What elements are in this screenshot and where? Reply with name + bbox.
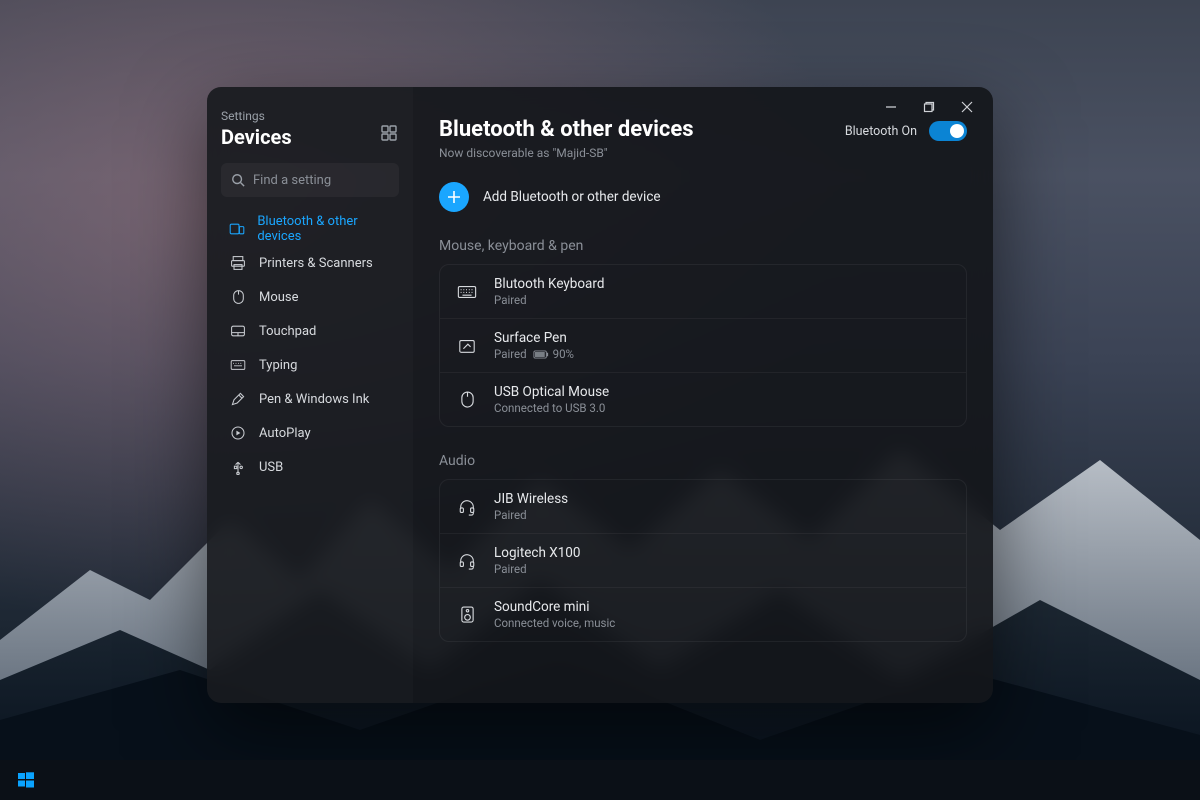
device-name: Blutooth Keyboard: [494, 276, 604, 292]
touchpad-icon: [229, 324, 247, 338]
nav-label: Typing: [259, 358, 297, 373]
nav-typing[interactable]: Typing: [221, 349, 399, 381]
device-status: Paired 90%: [494, 347, 574, 361]
nav-label: Printers & Scanners: [259, 256, 373, 271]
keyboard-icon: [456, 285, 478, 299]
nav-touchpad[interactable]: Touchpad: [221, 315, 399, 347]
speaker-icon: [456, 605, 478, 624]
app-grid-icon[interactable]: [379, 123, 399, 143]
nav-usb[interactable]: USB: [221, 451, 399, 483]
discoverable-status: Now discoverable as "Majid-SB": [439, 146, 694, 160]
add-device-label: Add Bluetooth or other device: [483, 189, 661, 205]
windows-logo-icon: [18, 772, 34, 788]
headset-icon: [456, 498, 478, 516]
page-title: Bluetooth & other devices: [439, 117, 694, 142]
printer-icon: [229, 255, 247, 271]
close-button[interactable]: [949, 93, 985, 121]
nav-mouse[interactable]: Mouse: [221, 281, 399, 313]
settings-nav: Bluetooth & other devices Printers & Sca…: [221, 213, 399, 483]
device-row-headset-logitech[interactable]: Logitech X100 Paired: [440, 533, 966, 587]
nav-label: Pen & Windows Ink: [259, 392, 369, 407]
device-name: JIB Wireless: [494, 491, 568, 507]
maximize-button[interactable]: [911, 93, 947, 121]
device-row-pen[interactable]: Surface Pen Paired 90%: [440, 318, 966, 372]
keyboard-icon: [229, 359, 247, 371]
settings-sidebar: Settings Devices: [207, 87, 413, 703]
device-status: Connected voice, music: [494, 616, 615, 630]
nav-autoplay[interactable]: AutoPlay: [221, 417, 399, 449]
minimize-button[interactable]: [873, 93, 909, 121]
breadcrumb: Settings: [221, 109, 292, 123]
search-input[interactable]: [253, 173, 419, 188]
usb-icon: [229, 459, 247, 475]
autoplay-icon: [229, 425, 247, 441]
device-status: Paired: [494, 293, 604, 307]
device-row-speaker[interactable]: SoundCore mini Connected voice, music: [440, 587, 966, 641]
pen-tablet-icon: [456, 337, 478, 355]
headset-icon: [456, 552, 478, 570]
battery-icon: 90%: [533, 347, 574, 361]
device-name: USB Optical Mouse: [494, 384, 609, 400]
sidebar-title: Devices: [221, 125, 292, 149]
device-row-headset-jib[interactable]: JIB Wireless Paired: [440, 480, 966, 533]
devices-list-audio: JIB Wireless Paired Logitech X100 Paired: [439, 479, 967, 642]
window-controls: [873, 93, 985, 121]
taskbar[interactable]: [0, 760, 1200, 800]
bluetooth-toggle[interactable]: [929, 121, 967, 141]
search-field[interactable]: [221, 163, 399, 197]
device-name: Logitech X100: [494, 545, 580, 561]
add-device-button[interactable]: Add Bluetooth or other device: [439, 182, 661, 212]
device-name: Surface Pen: [494, 330, 574, 346]
plus-icon: [439, 182, 469, 212]
bluetooth-toggle-label: Bluetooth On: [845, 124, 917, 139]
pen-icon: [229, 391, 247, 407]
nav-printers-scanners[interactable]: Printers & Scanners: [221, 247, 399, 279]
devices-icon: [229, 221, 245, 237]
device-row-keyboard[interactable]: Blutooth Keyboard Paired: [440, 265, 966, 318]
device-status: Connected to USB 3.0: [494, 401, 609, 415]
nav-label: Mouse: [259, 290, 299, 305]
nav-pen-windows-ink[interactable]: Pen & Windows Ink: [221, 383, 399, 415]
nav-bluetooth-other-devices[interactable]: Bluetooth & other devices: [221, 213, 399, 245]
settings-window: Settings Devices: [207, 87, 993, 703]
device-status: Paired: [494, 508, 568, 522]
start-button[interactable]: [12, 766, 40, 794]
nav-label: Bluetooth & other devices: [257, 214, 391, 244]
nav-label: USB: [259, 460, 283, 475]
device-status: Paired: [494, 562, 580, 576]
device-row-mouse[interactable]: USB Optical Mouse Connected to USB 3.0: [440, 372, 966, 426]
section-label-audio: Audio: [439, 453, 967, 469]
search-icon: [231, 173, 245, 187]
device-name: SoundCore mini: [494, 599, 615, 615]
mouse-icon: [229, 289, 247, 305]
nav-label: Touchpad: [259, 324, 316, 339]
devices-list-mouse-keyboard-pen: Blutooth Keyboard Paired Surface Pen Pai…: [439, 264, 967, 427]
mouse-icon: [456, 390, 478, 409]
section-label-mouse-keyboard-pen: Mouse, keyboard & pen: [439, 238, 967, 254]
settings-main: Bluetooth & other devices Now discoverab…: [413, 87, 993, 703]
nav-label: AutoPlay: [259, 426, 311, 441]
